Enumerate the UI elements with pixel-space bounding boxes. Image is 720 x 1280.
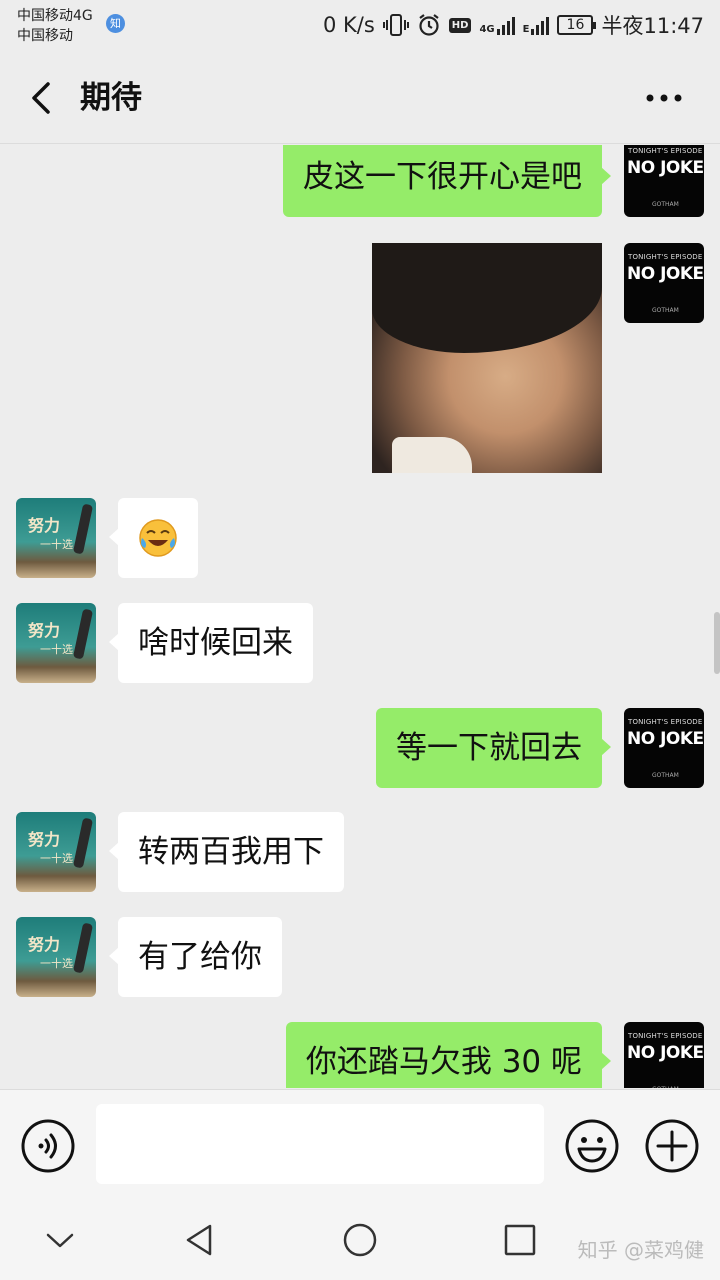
battery-icon: 16 (557, 15, 597, 35)
carrier-2: 中国移动 (17, 28, 73, 44)
back-arrow-icon[interactable] (24, 76, 64, 120)
more-actions-plus-icon[interactable] (644, 1118, 700, 1174)
message-input[interactable] (96, 1104, 544, 1184)
more-options-icon[interactable] (644, 80, 684, 116)
status-bar: 中国移动4G 中国移动 知 0 K/s HD 4G E 16 半夜11:47 (0, 0, 720, 52)
message-list[interactable]: 皮这一下很开心是吧 TONIGHT'S EPISODE IS NO JOKE G… (0, 145, 720, 1088)
message-bubble-received[interactable]: 啥时候回来 (109, 603, 313, 683)
hd-voice-icon: HD (448, 17, 472, 33)
message-bubble-sent[interactable]: 等一下就回去 (376, 708, 611, 788)
contact-avatar[interactable]: 努力 一十选 (16, 603, 96, 683)
carrier-1: 中国移动4G (17, 8, 93, 24)
scrollbar-thumb[interactable] (714, 612, 720, 674)
nav-home-icon[interactable] (340, 1220, 380, 1260)
sticker-image[interactable] (372, 243, 602, 473)
my-avatar[interactable]: TONIGHT'S EPISODE IS NO JOKE GOTHAM (624, 145, 704, 217)
contact-avatar[interactable]: 努力 一十选 (16, 917, 96, 997)
contact-avatar[interactable]: 努力 一十选 (16, 498, 96, 578)
clock: 半夜11:47 (601, 14, 704, 38)
net-4g-label: 4G (479, 24, 495, 35)
input-bar (0, 1089, 720, 1198)
my-avatar[interactable]: TONIGHT'S EPISODE IS NO JOKE GOTHAM (624, 243, 704, 323)
chat-header: 期待 (0, 52, 720, 144)
net-speed: 0 K/s (322, 13, 375, 37)
message-bubble-sent[interactable]: 皮这一下很开心是吧 (283, 145, 611, 217)
my-avatar[interactable]: TONIGHT'S EPISODE IS NO JOKE GOTHAM (624, 1022, 704, 1088)
emoji-picker-icon[interactable] (564, 1118, 620, 1174)
alarm-icon (419, 14, 439, 36)
zhihu-notification-icon: 知 (106, 14, 125, 33)
chevron-down-icon[interactable] (40, 1220, 80, 1260)
carrier-info: 中国移动4G 中国移动 (17, 6, 93, 46)
nav-recents-icon[interactable] (500, 1220, 540, 1260)
message-bubble-received[interactable]: 转两百我用下 (109, 812, 344, 892)
my-avatar[interactable]: TONIGHT'S EPISODE IS NO JOKE GOTHAM (624, 708, 704, 788)
system-nav-bar: 知乎 @菜鸡健 (0, 1198, 720, 1280)
face-with-tears-of-joy-icon (139, 519, 177, 557)
net-e-label: E (522, 24, 530, 35)
signal-4g-icon: 4G (479, 15, 515, 35)
vibrate-icon (382, 14, 409, 36)
contact-avatar[interactable]: 努力 一十选 (16, 812, 96, 892)
chat-title: 期待 (80, 80, 142, 116)
voice-input-icon[interactable] (20, 1118, 76, 1174)
message-bubble-received[interactable]: 有了给你 (109, 917, 282, 997)
message-bubble-sent[interactable]: 你还踏马欠我 30 呢 (285, 1022, 612, 1088)
nav-back-icon[interactable] (180, 1220, 220, 1260)
signal-e-icon: E (523, 15, 550, 35)
status-icons: 0 K/s HD 4G E 16 半夜11:47 (323, 10, 704, 40)
message-bubble-received[interactable] (109, 498, 198, 578)
watermark: 知乎 @菜鸡健 (577, 1238, 704, 1262)
